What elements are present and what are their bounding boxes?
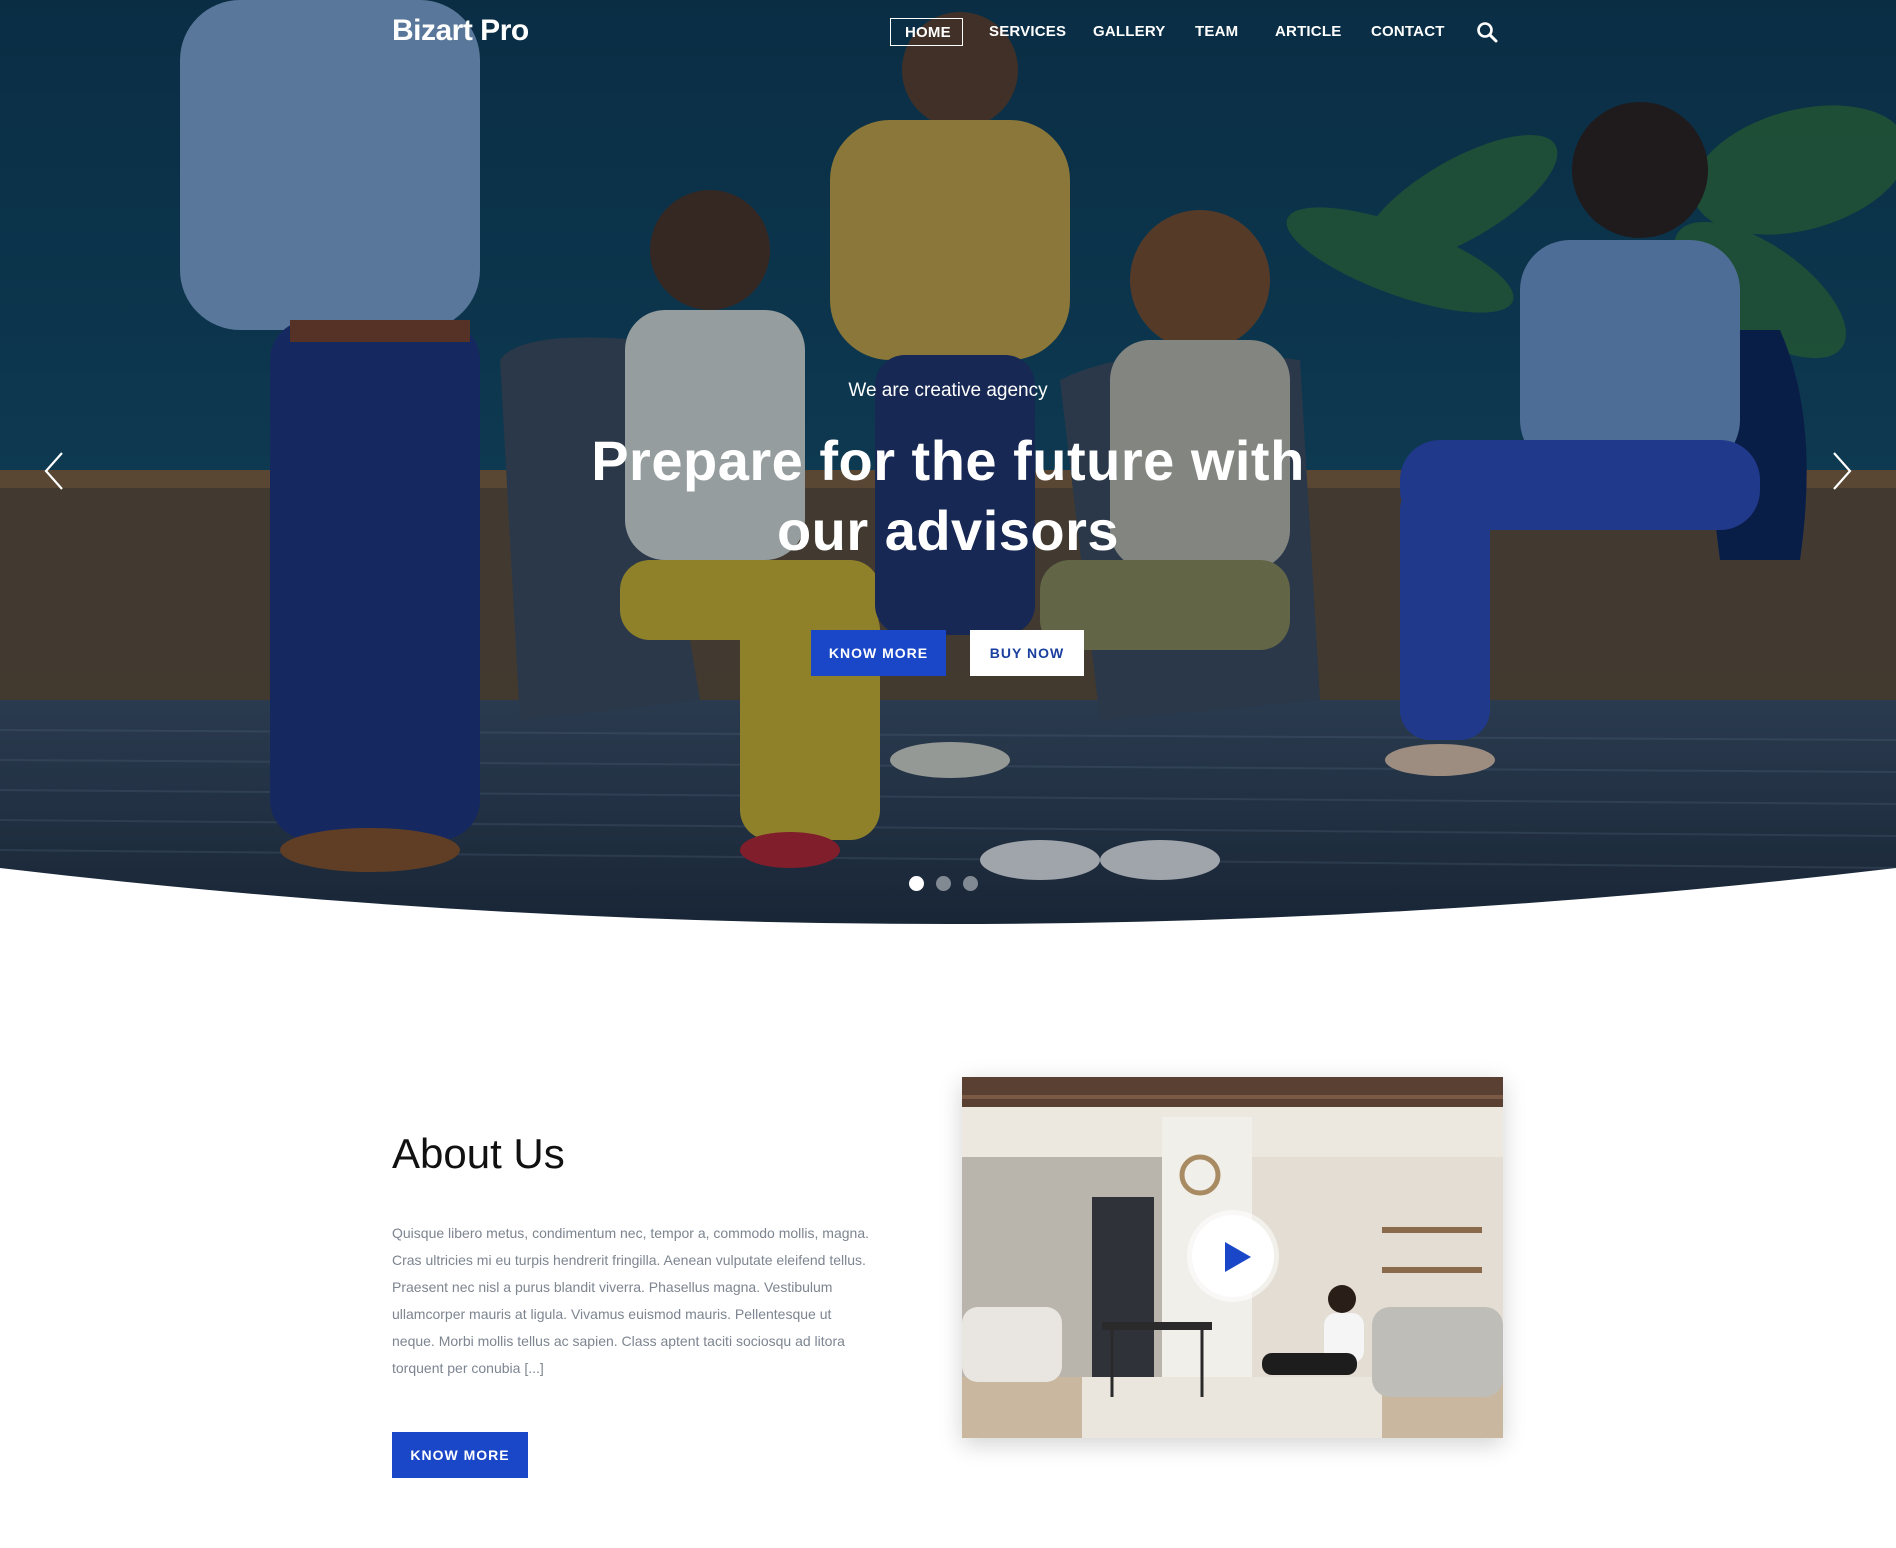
slider-dot-1[interactable]: [909, 876, 924, 891]
search-icon[interactable]: [1476, 21, 1498, 43]
about-description: Quisque libero metus, condimentum nec, t…: [392, 1225, 869, 1376]
hero-caption: We are creative agency Prepare for the f…: [0, 376, 1896, 566]
slider-dot-2[interactable]: [936, 876, 951, 891]
hero-buttons: KNOW MORE BUY NOW: [0, 630, 1896, 678]
nav-item-contact[interactable]: CONTACT: [1371, 18, 1445, 46]
buy-now-button[interactable]: BUY NOW: [970, 630, 1084, 676]
hero-subtitle: We are creative agency: [848, 380, 1048, 401]
main-navbar: Bizart Pro HOME SERVICES GALLERY TEAM AR…: [0, 0, 1896, 64]
nav-item-article[interactable]: ARTICLE: [1275, 18, 1341, 46]
slider-dot-3[interactable]: [963, 876, 978, 891]
nav-item-home[interactable]: HOME: [890, 18, 963, 46]
about-title: About Us: [392, 1130, 565, 1177]
nav-item-gallery[interactable]: GALLERY: [1093, 18, 1166, 46]
nav-item-services[interactable]: SERVICES: [989, 18, 1066, 46]
play-button[interactable]: [1192, 1215, 1274, 1297]
hero-slider: Bizart Pro HOME SERVICES GALLERY TEAM AR…: [0, 0, 1896, 930]
hero-title: Prepare for the future with our advisors: [591, 429, 1305, 562]
about-video-card[interactable]: [962, 1077, 1503, 1438]
play-icon: [1225, 1242, 1251, 1272]
about-know-more-button[interactable]: KNOW MORE: [392, 1432, 528, 1478]
nav-item-team[interactable]: TEAM: [1195, 18, 1238, 46]
know-more-button[interactable]: KNOW MORE: [811, 630, 946, 676]
site-logo[interactable]: Bizart Pro: [392, 14, 529, 48]
